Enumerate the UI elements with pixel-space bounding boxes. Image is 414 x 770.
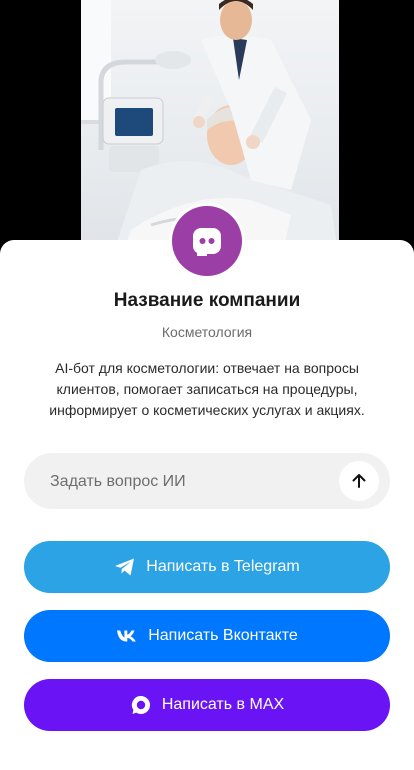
arrow-up-icon bbox=[352, 474, 366, 488]
ask-ai-input[interactable] bbox=[48, 453, 332, 511]
send-button[interactable] bbox=[339, 461, 379, 501]
vk-icon bbox=[117, 630, 137, 642]
company-name: Название компании bbox=[113, 290, 301, 311]
max-button-label: Написать в MAX bbox=[161, 696, 285, 713]
company-category: Косметология bbox=[161, 324, 253, 340]
max-icon bbox=[131, 695, 150, 714]
company-description: AI-бот для косметологии: отвечает на воп… bbox=[49, 360, 365, 418]
telegram-icon bbox=[115, 558, 135, 576]
vk-button-label: Написать Вконтакте bbox=[148, 627, 298, 644]
company-avatar bbox=[169, 203, 245, 279]
telegram-button[interactable]: Написать в Telegram bbox=[24, 541, 390, 593]
max-button[interactable]: Написать в MAX bbox=[24, 679, 390, 731]
chat-bot-icon bbox=[172, 206, 242, 276]
vk-button[interactable]: Написать Вконтакте bbox=[24, 610, 390, 662]
telegram-button-label: Написать в Telegram bbox=[146, 558, 300, 575]
ask-ai-field[interactable] bbox=[24, 453, 390, 511]
